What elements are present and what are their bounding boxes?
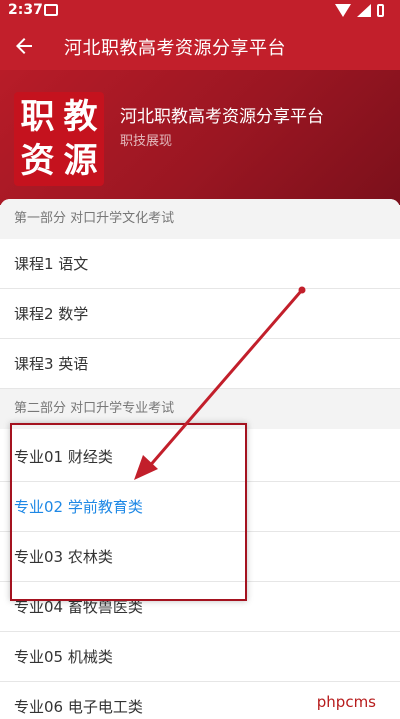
annotation-arrow <box>134 286 306 480</box>
watermark: phpcms <box>312 691 380 713</box>
